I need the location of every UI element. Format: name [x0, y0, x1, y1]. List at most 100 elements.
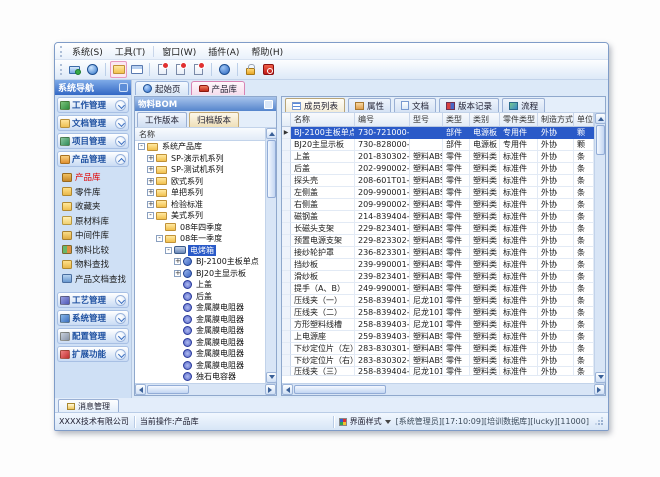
menubar-grip[interactable] — [60, 46, 63, 57]
nav-group-4[interactable]: 工艺管理 — [57, 292, 129, 308]
scrollbar-thumb[interactable] — [267, 140, 276, 198]
nav-group-6[interactable]: 配置管理 — [57, 328, 129, 344]
tree-node-1[interactable]: +SP-演示机系列 — [135, 153, 265, 165]
chevron-up-icon[interactable] — [115, 154, 126, 165]
expand-icon[interactable]: + — [147, 189, 154, 196]
nav-item-3-1[interactable]: 零件库 — [55, 185, 131, 200]
exit-button[interactable] — [260, 61, 277, 78]
tree-node-11[interactable]: +BJ20主显示板 — [135, 268, 265, 280]
scroll-up-button[interactable] — [266, 128, 277, 139]
chevron-down-icon[interactable] — [115, 118, 126, 129]
doc-tab-0[interactable]: 起始页 — [135, 81, 189, 95]
tree-node-14[interactable]: 金属膜电阻器 — [135, 302, 265, 314]
lock-button[interactable] — [242, 61, 259, 78]
table-row-4[interactable]: 探头壳208-601T01-01X塑料ABS零件塑料类标准件外协条 — [282, 175, 594, 187]
column-header-7[interactable]: 单位 — [574, 113, 594, 127]
table-row-19[interactable]: 下纱定位片（右）283-830302-00X塑料ABS零件塑料类标准件外协条 — [282, 355, 594, 367]
tree-node-7[interactable]: 08年四季度 — [135, 222, 265, 234]
nav-item-3-2[interactable]: 收藏夹 — [55, 199, 131, 214]
tree-node-17[interactable]: 金属膜电阻器 — [135, 337, 265, 349]
detail-tab-3[interactable]: 版本记录 — [439, 98, 499, 112]
detail-tab-4[interactable]: 流程 — [502, 98, 545, 112]
resize-grip[interactable] — [594, 417, 604, 427]
scroll-down-button[interactable] — [266, 372, 277, 383]
chevron-down-icon[interactable] — [115, 349, 126, 360]
table-row-6[interactable]: 右侧盖209-990002-01X塑料ABS零件塑料类标准件外协条 — [282, 199, 594, 211]
chevron-down-icon[interactable] — [115, 100, 126, 111]
tree-node-16[interactable]: 金属膜电阻器 — [135, 325, 265, 337]
grid-button[interactable] — [128, 61, 145, 78]
tree-node-0[interactable]: -系统产品库 — [135, 141, 265, 153]
tree-node-8[interactable]: -08年一季度 — [135, 233, 265, 245]
table-row-20[interactable]: 压线夹（三）258-839404-00X尼龙1010零件塑料类标准件外协条 — [282, 367, 594, 376]
column-header-6[interactable]: 制造方式 — [538, 113, 574, 127]
table-row-14[interactable]: 压线夹（一）258-839401-00X尼龙1010零件塑料类标准件外协条 — [282, 295, 594, 307]
menu-item-2[interactable]: 窗口(W) — [156, 44, 202, 59]
interface-style-button[interactable]: 界面样式 — [339, 416, 391, 427]
collapse-icon[interactable]: - — [156, 235, 163, 242]
doc-new-button[interactable] — [154, 61, 171, 78]
table-row-3[interactable]: 后盖202-990002-01X塑料ABS零件塑料类标准件外协条 — [282, 163, 594, 175]
expand-icon[interactable]: + — [147, 201, 154, 208]
expand-icon[interactable]: + — [174, 270, 181, 277]
detail-tab-2[interactable]: 文档 — [394, 98, 436, 112]
doc-delete-button[interactable] — [190, 61, 207, 78]
table-row-17[interactable]: 上电源座259-839403-00X塑料ABS零件塑料类标准件外协条 — [282, 331, 594, 343]
table-row-18[interactable]: 下纱定位片（左）283-830301-00X塑料ABS零件塑料类标准件外协条 — [282, 343, 594, 355]
chevron-down-icon[interactable] — [115, 136, 126, 147]
folder-button[interactable] — [110, 61, 127, 78]
chevron-down-icon[interactable] — [115, 331, 126, 342]
column-header-5[interactable]: 零件类型 — [500, 113, 538, 127]
tree-vertical-scrollbar[interactable] — [265, 128, 276, 383]
tree-node-13[interactable]: 后盖 — [135, 291, 265, 303]
nav-item-3-3[interactable]: 原材料库 — [55, 214, 131, 229]
collapse-icon[interactable]: - — [138, 143, 145, 150]
doc-edit-button[interactable] — [172, 61, 189, 78]
tree-node-20[interactable]: 独石电容器 — [135, 371, 265, 383]
nav-group-5[interactable]: 系统管理 — [57, 310, 129, 326]
column-header-4[interactable]: 类别 — [470, 113, 500, 127]
version-tab-1[interactable]: 归档版本 — [189, 112, 239, 127]
tree-horizontal-scrollbar[interactable] — [135, 383, 276, 395]
tree-node-5[interactable]: +检验标准 — [135, 199, 265, 211]
expand-icon[interactable]: + — [147, 178, 154, 185]
nav-item-3-6[interactable]: 物料查找 — [55, 257, 131, 272]
doc-tab-1[interactable]: 产品库 — [191, 81, 246, 95]
scroll-left-button[interactable] — [135, 384, 146, 395]
table-row-13[interactable]: 提手（A、B）249-990001-01X塑料ABS零件塑料类标准件外协条 — [282, 283, 594, 295]
chevron-down-icon[interactable] — [115, 295, 126, 306]
nav-group-2[interactable]: 项目管理 — [57, 133, 129, 149]
nav-item-3-7[interactable]: 产品文档查找 — [55, 272, 131, 287]
scroll-left-button[interactable] — [282, 384, 293, 395]
tree-node-9[interactable]: -电烤箱 — [135, 245, 265, 257]
tree-node-15[interactable]: 金属膜电阻器 — [135, 314, 265, 326]
table-row-7[interactable]: 磁钢盖214-839404-01X塑料ABS零件塑料类标准件外协条 — [282, 211, 594, 223]
toolbar-grip[interactable] — [60, 64, 63, 75]
table-row-11[interactable]: 挡纱板239-990001-01X塑料ABS零件塑料类标准件外协条 — [282, 259, 594, 271]
version-tab-0[interactable]: 工作版本 — [137, 112, 187, 127]
tree-node-3[interactable]: +欧式系列 — [135, 176, 265, 188]
monitor-button[interactable] — [66, 61, 83, 78]
column-header-3[interactable]: 类型 — [443, 113, 470, 127]
menu-item-0[interactable]: 系统(S) — [66, 44, 109, 59]
expand-icon[interactable]: + — [147, 166, 154, 173]
tree-node-4[interactable]: +单把系列 — [135, 187, 265, 199]
chevron-down-icon[interactable] — [115, 313, 126, 324]
table-row-16[interactable]: 方形塑料线槽258-839403-00X尼龙1010零件塑料类标准件外协条 — [282, 319, 594, 331]
nav-group-3[interactable]: 产品管理 — [57, 151, 129, 167]
collapse-icon[interactable]: - — [147, 212, 154, 219]
menu-item-4[interactable]: 帮助(H) — [245, 44, 289, 59]
column-header-0[interactable]: 名称 — [291, 113, 355, 127]
table-row-10[interactable]: 接纱轮护罩236-823301-00X塑料ABS零件塑料类标准件外协条 — [282, 247, 594, 259]
detail-tab-1[interactable]: 属性 — [348, 98, 391, 112]
nav-item-3-4[interactable]: 中间件库 — [55, 228, 131, 243]
tree-node-12[interactable]: 上盖 — [135, 279, 265, 291]
tree-node-6[interactable]: -美式系列 — [135, 210, 265, 222]
nav-group-1[interactable]: 文档管理 — [57, 115, 129, 131]
nav-item-3-0[interactable]: 产品库 — [55, 170, 131, 185]
table-row-2[interactable]: 上盖201-830302-00X塑料ABS零件塑料类标准件外协条 — [282, 151, 594, 163]
nav-collapse-icon[interactable] — [119, 83, 128, 92]
table-row-0[interactable]: ▶BJ-2100主板单点730-721000-12X部件电源板专用件外协颗 — [282, 127, 594, 139]
collapse-icon[interactable]: - — [165, 247, 172, 254]
tree-node-19[interactable]: 金属膜电阻器 — [135, 360, 265, 372]
